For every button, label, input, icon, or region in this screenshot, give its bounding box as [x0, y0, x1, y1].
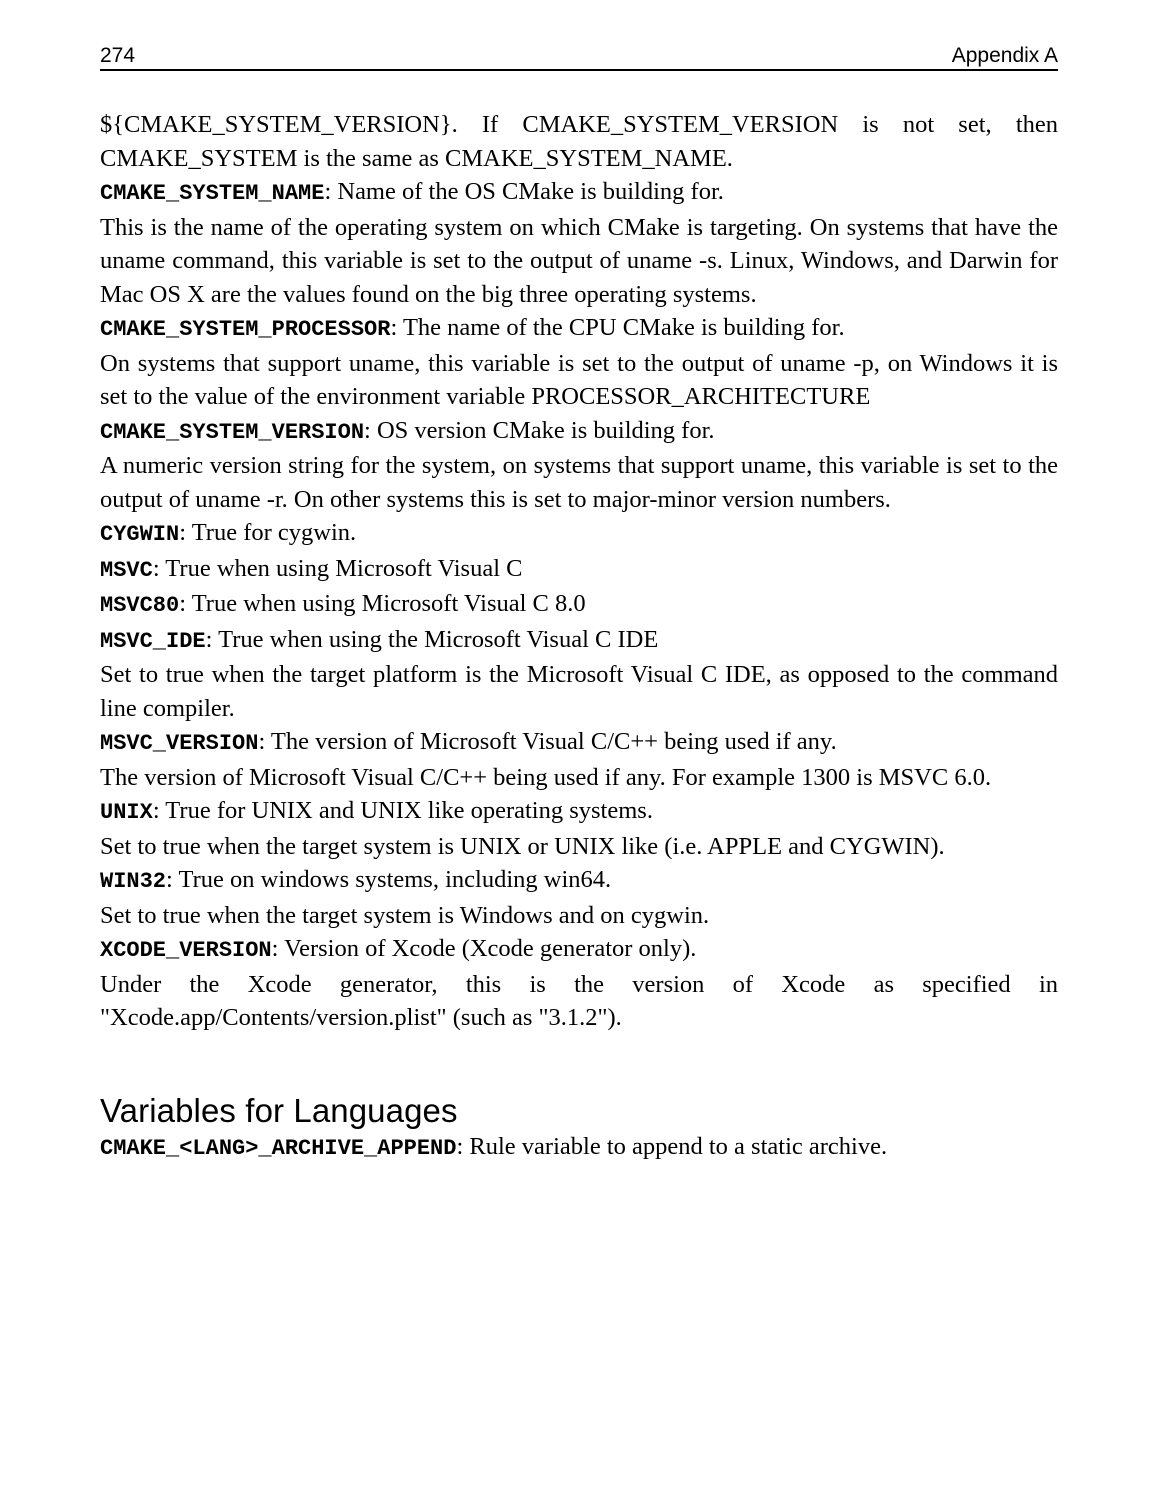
definition-line: CMAKE_SYSTEM_VERSION: OS version CMake i… [100, 414, 1058, 450]
variable-summary: : Rule variable to append to a static ar… [456, 1132, 888, 1160]
variable-summary: : True for cygwin. [179, 519, 357, 546]
variable-name: CMAKE_SYSTEM_VERSION [100, 419, 365, 445]
definition-body: Set to true when the target system is UN… [100, 832, 945, 860]
page-body: ${CMAKE_SYSTEM_VERSION}. If CMAKE_SYSTEM… [100, 108, 1058, 1165]
variable-name: MSVC [100, 557, 153, 583]
definition-line: XCODE_VERSION: Version of Xcode (Xcode g… [100, 932, 1058, 968]
definition-line: MSVC_IDE: True when using the Microsoft … [100, 623, 1058, 659]
variable-summary: : True on windows systems, including win… [166, 866, 612, 893]
definition-body: A numeric version string for the system,… [100, 452, 1058, 513]
definition-body: Set to true when the target system is Wi… [100, 901, 710, 929]
variable-name: XCODE_VERSION [100, 938, 272, 963]
variable-summary: : True when using Microsoft Visual C 8.0 [179, 590, 586, 617]
running-header: 274 Appendix A [100, 30, 1058, 71]
page-number: 274 [100, 44, 136, 67]
definition-body: On systems that support uname, this vari… [100, 349, 1058, 411]
variable-name: MSVC_VERSION [100, 731, 259, 756]
definition-line: CYGWIN: True for cygwin. [100, 516, 1058, 552]
variable-summary: : OS version CMake is building for. [364, 416, 715, 444]
variable-summary: : Version of Xcode (Xcode generator only… [271, 935, 697, 962]
definition-body: Under the Xcode generator, this is the v… [100, 970, 1058, 1032]
definition-line: MSVC: True when using Microsoft Visual C [100, 552, 1058, 588]
definition-line: MSVC80: True when using Microsoft Visual… [100, 587, 1058, 623]
variable-summary: : The name of the CPU CMake is building … [390, 314, 845, 341]
definition-line: CMAKE_<LANG>_ARCHIVE_APPEND: Rule variab… [100, 1130, 1058, 1166]
definition-line: CMAKE_SYSTEM_PROCESSOR: The name of the … [100, 311, 1058, 347]
definition-body: The version of Microsoft Visual C/C++ be… [100, 763, 992, 791]
definition-line: UNIX: True for UNIX and UNIX like operat… [100, 794, 1058, 830]
variable-summary: : True when using Microsoft Visual C [152, 554, 523, 582]
definition-body: This is the name of the operating system… [100, 213, 1058, 308]
variable-name: CMAKE_SYSTEM_NAME [100, 181, 325, 206]
definition-line: MSVC_VERSION: The version of Microsoft V… [100, 725, 1058, 761]
section-heading: Variables for Languages [100, 1091, 458, 1129]
chapter-label: Appendix A [951, 44, 1058, 67]
variable-name: CMAKE_<LANG>_ARCHIVE_APPEND [100, 1135, 457, 1161]
variable-summary: : Name of the OS CMake is building for. [324, 178, 724, 205]
variable-name: MSVC_IDE [100, 628, 206, 654]
variable-name: CYGWIN [100, 522, 180, 547]
variable-summary: : True for UNIX and UNIX like operating … [152, 797, 653, 824]
variable-name: MSVC80 [100, 593, 180, 618]
variable-name: UNIX [100, 800, 153, 825]
variable-summary: : The version of Microsoft Visual C/C++ … [258, 728, 837, 755]
definition-line: WIN32: True on windows systems, includin… [100, 863, 1058, 899]
variable-summary: : True when using the Microsoft Visual C… [205, 625, 659, 653]
definition-line: CMAKE_SYSTEM_NAME: Name of the OS CMake … [100, 175, 1058, 211]
document-page: 274 Appendix A ${CMAKE_SYSTEM_VERSION}. … [0, 0, 1162, 1500]
intro-paragraph: ${CMAKE_SYSTEM_VERSION}. If CMAKE_SYSTEM… [100, 111, 1058, 172]
definition-body: Set to true when the target platform is … [100, 661, 1058, 722]
variable-name: WIN32 [100, 869, 167, 894]
variable-name: CMAKE_SYSTEM_PROCESSOR [100, 317, 391, 342]
